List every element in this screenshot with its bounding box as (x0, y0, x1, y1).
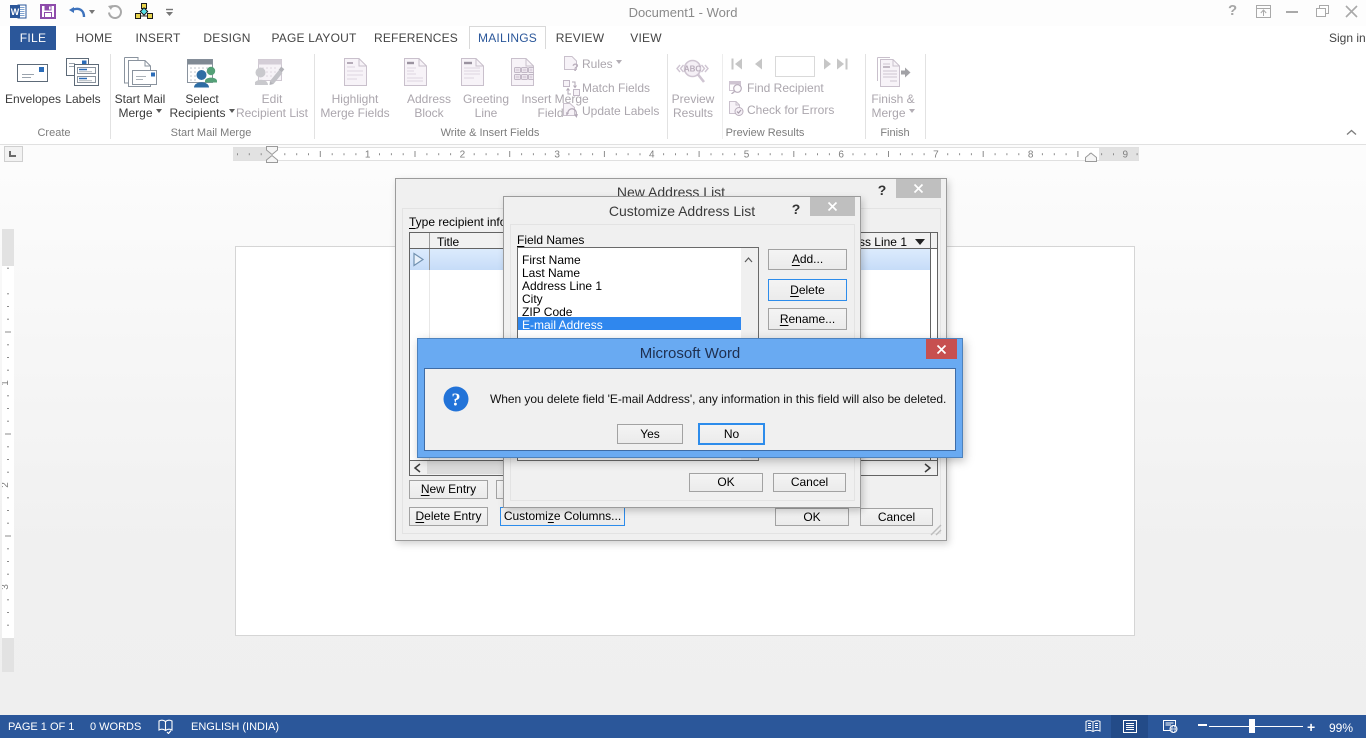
svg-text:9: 9 (1123, 150, 1129, 161)
svg-text:3: 3 (554, 150, 560, 161)
svg-text:ABC: ABC (684, 65, 702, 74)
svg-text:1: 1 (365, 150, 371, 161)
svg-text:3: 3 (2, 584, 11, 590)
svg-text:7: 7 (933, 150, 939, 161)
svg-text:4: 4 (649, 150, 655, 161)
svg-text:5: 5 (744, 150, 750, 161)
svg-text:1: 1 (2, 380, 11, 386)
svg-text:?: ? (452, 390, 461, 410)
svg-text:2: 2 (2, 482, 11, 488)
svg-text:8: 8 (1028, 150, 1034, 161)
svg-text:?: ? (572, 62, 579, 73)
svg-text:W: W (11, 7, 20, 17)
svg-text:2: 2 (460, 150, 466, 161)
svg-text:6: 6 (838, 150, 844, 161)
